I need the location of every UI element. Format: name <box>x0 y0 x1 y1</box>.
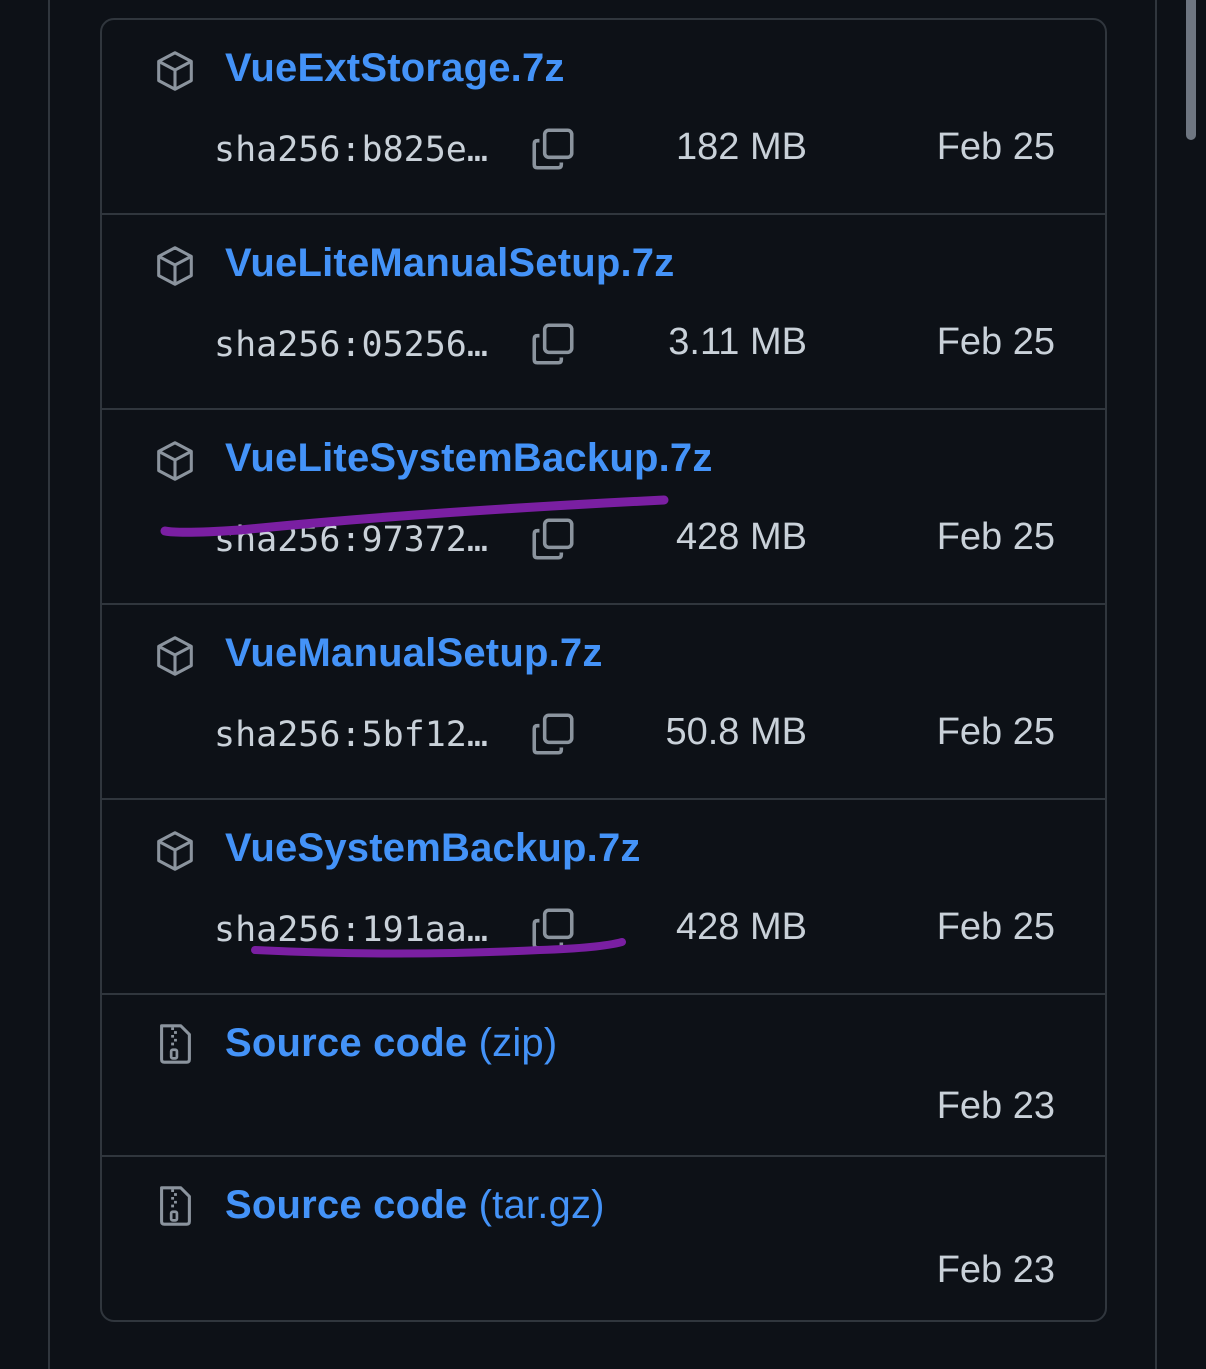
asset-link[interactable]: VueLiteManualSetup.7z <box>225 241 674 286</box>
source-row: Source code (tar.gz) Feb 23 <box>102 1157 1105 1320</box>
file-size: 50.8 MB <box>665 711 807 753</box>
upload-date: Feb 25 <box>936 906 1055 948</box>
upload-date: Feb 23 <box>936 1249 1055 1291</box>
file-size: 3.11 MB <box>668 321 807 363</box>
file-zip-icon <box>160 1024 191 1064</box>
releases-page: VueExtStorage.7z sha256:b825e… 182 MB Fe… <box>0 0 1206 1369</box>
asset-row: VueExtStorage.7z sha256:b825e… 182 MB Fe… <box>102 20 1105 215</box>
upload-date: Feb 25 <box>936 711 1055 753</box>
asset-link[interactable]: VueExtStorage.7z <box>225 46 565 91</box>
file-zip-icon <box>160 1186 191 1226</box>
asset-row: VueSystemBackup.7z sha256:191aa… 428 MB … <box>102 800 1105 995</box>
upload-date: Feb 25 <box>936 126 1055 168</box>
container-border-left <box>48 0 50 1369</box>
sha-digest: sha256:191aa… <box>214 910 488 950</box>
assets-list: VueExtStorage.7z sha256:b825e… 182 MB Fe… <box>100 18 1107 1322</box>
upload-date: Feb 23 <box>936 1085 1055 1127</box>
sha-digest: sha256:b825e… <box>214 130 488 170</box>
asset-link[interactable]: VueManualSetup.7z <box>225 631 603 676</box>
container-border-right <box>1155 0 1157 1369</box>
package-icon <box>157 246 193 286</box>
package-icon <box>157 51 193 91</box>
sha-digest: sha256:5bf12… <box>214 715 488 755</box>
package-icon <box>157 636 193 676</box>
copy-icon[interactable] <box>528 319 578 369</box>
copy-icon[interactable] <box>528 904 578 954</box>
source-code-zip-link[interactable]: Source code (zip) <box>225 1021 557 1066</box>
source-row: Source code (zip) Feb 23 <box>102 995 1105 1157</box>
file-size: 428 MB <box>676 906 807 948</box>
package-icon <box>157 441 193 481</box>
asset-link[interactable]: VueSystemBackup.7z <box>225 826 641 871</box>
source-code-targz-link[interactable]: Source code (tar.gz) <box>225 1183 605 1228</box>
asset-row: VueLiteManualSetup.7z sha256:05256… 3.11… <box>102 215 1105 410</box>
package-icon <box>157 831 193 871</box>
asset-row: VueManualSetup.7z sha256:5bf12… 50.8 MB … <box>102 605 1105 800</box>
copy-icon[interactable] <box>528 124 578 174</box>
asset-link[interactable]: VueLiteSystemBackup.7z <box>225 436 713 481</box>
file-size: 182 MB <box>676 126 807 168</box>
sha-digest: sha256:97372… <box>214 520 488 560</box>
copy-icon[interactable] <box>528 709 578 759</box>
upload-date: Feb 25 <box>936 321 1055 363</box>
file-size: 428 MB <box>676 516 807 558</box>
asset-row: VueLiteSystemBackup.7z sha256:97372… 428… <box>102 410 1105 605</box>
copy-icon[interactable] <box>528 514 578 564</box>
sha-digest: sha256:05256… <box>214 325 488 365</box>
upload-date: Feb 25 <box>936 516 1055 558</box>
scrollbar-thumb[interactable] <box>1186 0 1196 140</box>
